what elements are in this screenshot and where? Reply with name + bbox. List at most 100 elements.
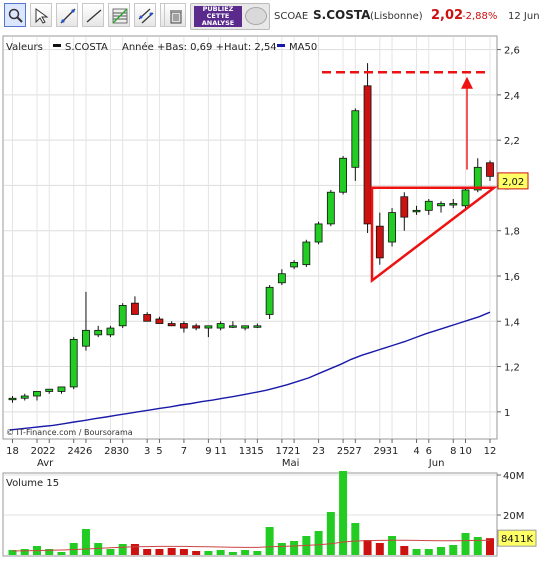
candle-body bbox=[326, 191, 335, 225]
credit-text: © IT-Finance.com / Boursorama bbox=[6, 428, 133, 437]
quote-market: (Lisbonne) bbox=[370, 11, 423, 22]
volume-bar bbox=[130, 544, 139, 555]
x-tick-label: 29 bbox=[373, 446, 386, 457]
quote-code: SCOAE bbox=[274, 11, 309, 22]
cursor-icon bbox=[35, 8, 49, 24]
volume-bar bbox=[20, 549, 29, 555]
candle-body bbox=[290, 262, 299, 268]
quote-change: -2,88% bbox=[462, 11, 498, 22]
chart-area: 11,21,41,61,822,22,42,62,02 182022242628… bbox=[2, 35, 537, 557]
volume-bar bbox=[81, 529, 90, 555]
month-label: Avr bbox=[37, 458, 54, 469]
volume-bar bbox=[204, 551, 213, 555]
y-tick-label: 2,6 bbox=[504, 46, 520, 57]
candle-body bbox=[424, 200, 433, 211]
volume-bar bbox=[351, 523, 360, 555]
trash-button[interactable] bbox=[164, 3, 186, 27]
candle-body bbox=[167, 323, 176, 327]
volume-bar bbox=[216, 550, 225, 555]
x-tick-label: 22 bbox=[43, 446, 56, 457]
x-tick-label: 31 bbox=[386, 446, 399, 457]
volume-bar bbox=[412, 549, 421, 555]
y-axis: 11,21,41,61,822,22,42,62,02 bbox=[497, 46, 529, 419]
x-tick-label: 17 bbox=[275, 446, 288, 457]
zoom-tool-button[interactable] bbox=[4, 3, 26, 27]
x-tick-label: 20 bbox=[31, 446, 44, 457]
candle-body bbox=[253, 325, 262, 328]
channel-tool-button[interactable] bbox=[134, 3, 156, 27]
y-tick-label: 2,4 bbox=[504, 91, 520, 102]
x-tick-label: 8 bbox=[450, 446, 456, 457]
x-tick-label: 11 bbox=[214, 446, 227, 457]
candle-body bbox=[192, 325, 201, 329]
x-tick-label: 26 bbox=[80, 446, 93, 457]
line-tool-button[interactable] bbox=[82, 3, 104, 27]
volume-bar bbox=[57, 552, 66, 555]
speech-bubble-icon bbox=[245, 7, 267, 25]
candle-body bbox=[106, 327, 115, 336]
y-tick-label: 1,6 bbox=[504, 272, 520, 283]
candle-body bbox=[265, 286, 274, 315]
candle-body bbox=[339, 157, 347, 193]
trendline-tool-button[interactable] bbox=[56, 3, 78, 27]
x-tick-label: 3 bbox=[144, 446, 150, 457]
x-tick-label: 24 bbox=[67, 446, 80, 457]
y-tick-label: 1,8 bbox=[504, 227, 520, 238]
volume-bar bbox=[375, 543, 384, 555]
volume-bar bbox=[253, 551, 262, 555]
candle-body bbox=[45, 388, 54, 392]
candle-body bbox=[94, 329, 103, 336]
last-price-label: 2,02 bbox=[502, 177, 524, 188]
legend-label: Valeurs bbox=[6, 42, 43, 53]
candle-body bbox=[400, 196, 409, 218]
x-tick-label: 28 bbox=[104, 446, 117, 457]
month-label: Jun bbox=[428, 458, 445, 469]
candle-body bbox=[486, 162, 494, 177]
quote-name: S.COSTA bbox=[313, 8, 371, 22]
x-tick-label: 23 bbox=[312, 446, 325, 457]
fibonacci-tool-button[interactable] bbox=[108, 3, 130, 27]
x-tick-label: 21 bbox=[288, 446, 301, 457]
x-tick-label: 9 bbox=[205, 446, 211, 457]
x-tick-label: 5 bbox=[156, 446, 162, 457]
volume-bar bbox=[461, 533, 470, 555]
x-tick-label: 10 bbox=[459, 446, 472, 457]
publish-analysis-button[interactable]: PUBLIEZ CETTE ANALYSE bbox=[190, 3, 270, 30]
legend-series-swatch bbox=[53, 44, 61, 47]
y-tick-label: 1 bbox=[504, 408, 510, 419]
y-tick-label: 1,2 bbox=[504, 363, 520, 374]
candle-body bbox=[449, 203, 458, 206]
trendline-icon bbox=[60, 8, 76, 24]
volume-bar bbox=[155, 549, 164, 555]
candle-body bbox=[277, 273, 286, 284]
candle-body bbox=[8, 397, 17, 401]
volume-bar bbox=[179, 549, 188, 555]
candle-body bbox=[228, 325, 237, 328]
line-icon bbox=[86, 9, 102, 23]
volume-bar bbox=[314, 531, 323, 555]
candle-body bbox=[82, 329, 90, 347]
x-tick-label: 4 bbox=[413, 446, 419, 457]
candle-body bbox=[302, 241, 311, 266]
candle-body bbox=[314, 223, 323, 243]
fibonacci-icon bbox=[112, 8, 128, 24]
x-tick-label: 18 bbox=[6, 446, 19, 457]
quote-price: 2,02 bbox=[431, 8, 464, 23]
legend-series: S.COSTA bbox=[65, 42, 108, 53]
legend-ma: MA50 bbox=[289, 42, 317, 53]
x-tick-label: 13 bbox=[239, 446, 252, 457]
candle-body bbox=[241, 325, 250, 329]
volume-bar bbox=[363, 540, 372, 555]
volume-bar bbox=[424, 549, 433, 555]
volume-bar bbox=[388, 536, 397, 555]
candle-body bbox=[57, 386, 66, 392]
volume-bar bbox=[167, 548, 176, 555]
legend-range: Année +Bas: 0,69 +Haut: 2,54 bbox=[122, 41, 277, 53]
candle-body bbox=[20, 395, 29, 399]
x-axis: 18 20 22 24 26 28 30 3 5 7 9 11 13 15 17 21 23 25 27 29 31 4 6… bbox=[6, 439, 496, 469]
cursor-tool-button[interactable] bbox=[30, 3, 52, 27]
x-tick-label: 30 bbox=[116, 446, 129, 457]
volume-bar bbox=[449, 545, 458, 555]
volume-bar bbox=[437, 547, 446, 555]
volume-bar bbox=[118, 544, 127, 555]
